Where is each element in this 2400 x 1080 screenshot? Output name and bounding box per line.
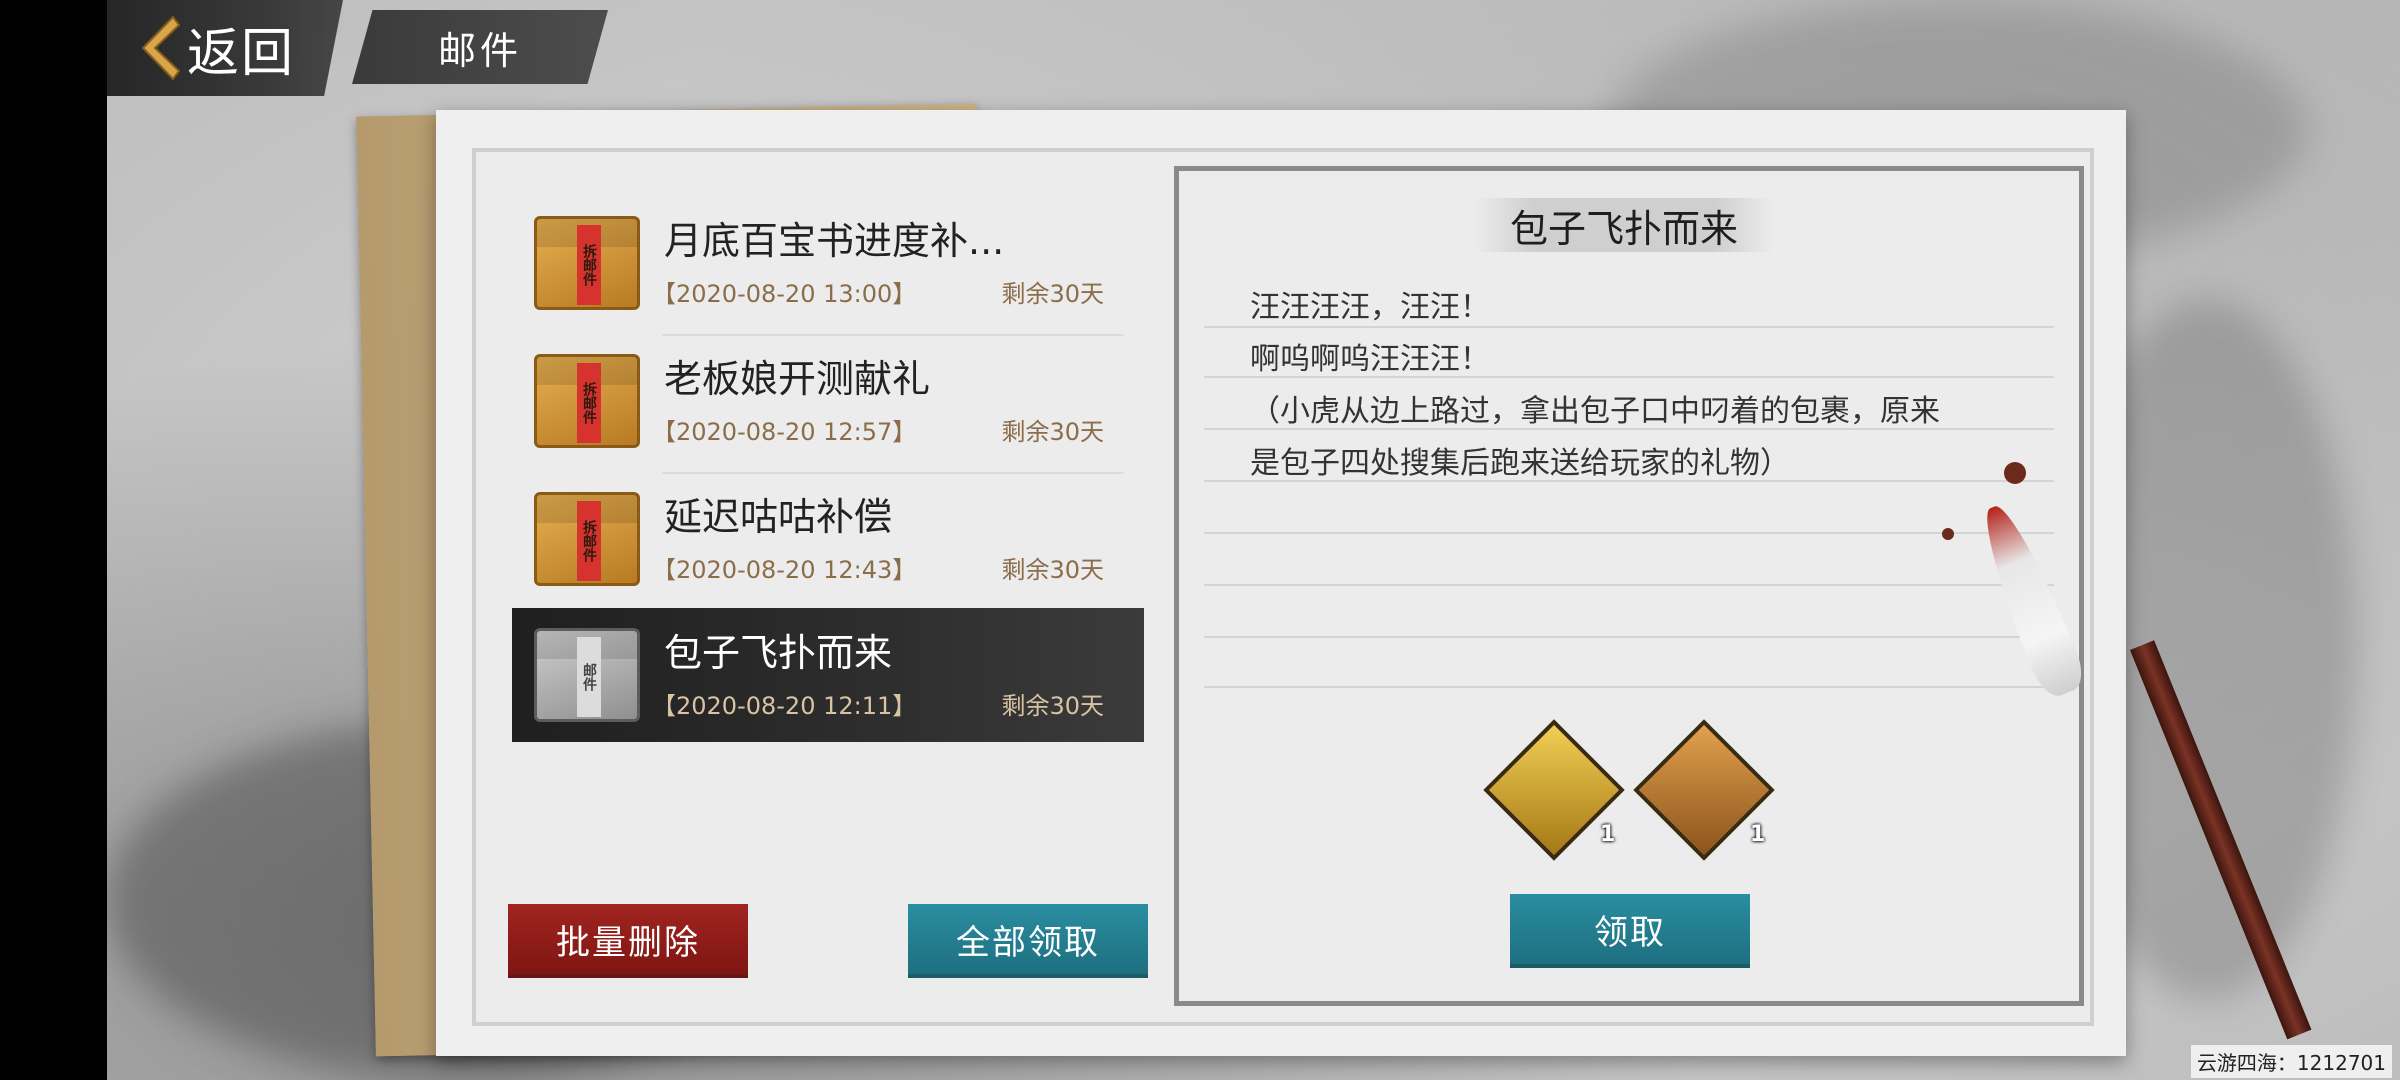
envelope-label: 邮件 bbox=[577, 637, 601, 717]
mail-item-selected[interactable]: 邮件 包子飞扑而来 【2020-08-20 12:11】 剩余30天 bbox=[512, 608, 1144, 742]
chevron-left-icon bbox=[141, 15, 181, 81]
mail-date: 【2020-08-20 13:00】 bbox=[652, 280, 917, 308]
mail-date: 【2020-08-20 12:57】 bbox=[652, 418, 917, 446]
mail-date: 【2020-08-20 12:43】 bbox=[652, 556, 917, 584]
mail-item[interactable]: 拆邮件 月底百宝书进度补... 【2020-08-20 13:00】 剩余30天 bbox=[512, 196, 1144, 336]
reward-count: 1 bbox=[1750, 822, 1766, 847]
detail-title: 包子飞扑而来 bbox=[1474, 198, 1774, 252]
mail-date: 【2020-08-20 12:11】 bbox=[652, 692, 917, 720]
sealed-envelope-icon: 拆邮件 bbox=[534, 492, 640, 586]
mail-item[interactable]: 拆邮件 老板娘开测献礼 【2020-08-20 12:57】 剩余30天 bbox=[512, 334, 1144, 474]
mail-remaining-days: 剩余30天 bbox=[1001, 692, 1104, 720]
batch-delete-button[interactable]: 批量删除 bbox=[508, 904, 748, 978]
envelope-label: 拆邮件 bbox=[577, 363, 601, 443]
mail-remaining-days: 剩余30天 bbox=[1001, 418, 1104, 446]
mail-title: 月底百宝书进度补... bbox=[664, 219, 1005, 263]
page-title-tab: 邮件 bbox=[352, 10, 608, 84]
envelope-label: 拆邮件 bbox=[577, 225, 601, 305]
server-id: 云游四海：1212701 bbox=[2190, 1045, 2392, 1078]
detail-body-line: （小虎从边上路过，拿出包子口中叼着的包裹，原来 bbox=[1250, 394, 1940, 429]
mail-item[interactable]: 拆邮件 延迟咕咕补偿 【2020-08-20 12:43】 剩余30天 bbox=[512, 472, 1144, 612]
sealed-envelope-icon: 拆邮件 bbox=[534, 354, 640, 448]
mail-title: 老板娘开测献礼 bbox=[664, 357, 931, 401]
reward-count: 1 bbox=[1600, 822, 1616, 847]
mail-remaining-days: 剩余30天 bbox=[1001, 280, 1104, 308]
mail-title: 包子飞扑而来 bbox=[664, 631, 893, 675]
ink-drop bbox=[2004, 462, 2026, 484]
sealed-envelope-icon: 拆邮件 bbox=[534, 216, 640, 310]
mail-remaining-days: 剩余30天 bbox=[1001, 556, 1104, 584]
mail-title: 延迟咕咕补偿 bbox=[664, 495, 893, 539]
ink-drop bbox=[1942, 528, 1954, 540]
mail-detail-panel: 包子飞扑而来 汪汪汪汪，汪汪！ 啊呜啊呜汪汪汪！ （小虎从边上路过，拿出包子口中… bbox=[1174, 166, 2084, 1006]
detail-body-line: 是包子四处搜集后跑来送给玩家的礼物） bbox=[1250, 446, 1790, 481]
claim-button[interactable]: 领取 bbox=[1510, 894, 1750, 968]
detail-body-line: 啊呜啊呜汪汪汪！ bbox=[1250, 342, 1490, 377]
back-label: 返回 bbox=[187, 23, 296, 84]
envelope-label: 拆邮件 bbox=[577, 501, 601, 581]
back-button[interactable]: 返回 bbox=[107, 0, 343, 96]
page-title: 邮件 bbox=[437, 28, 522, 73]
opened-envelope-icon: 邮件 bbox=[534, 628, 640, 722]
detail-body-line: 汪汪汪汪，汪汪！ bbox=[1250, 290, 1490, 325]
claim-all-button[interactable]: 全部领取 bbox=[908, 904, 1148, 978]
